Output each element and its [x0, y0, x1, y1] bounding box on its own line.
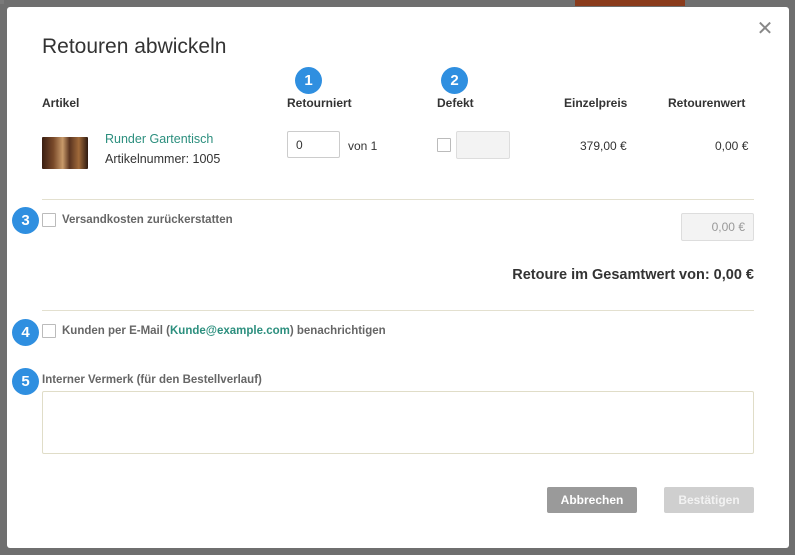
marker-badge-2: 2 [441, 67, 468, 94]
marker-badge-4: 4 [12, 319, 39, 346]
return-total: Retoure im Gesamtwert von: 0,00 € [512, 267, 754, 283]
unit-price: 379,00 € [580, 139, 627, 153]
column-header-retourniert: Retourniert [287, 96, 352, 110]
defect-quantity-input[interactable] [456, 131, 510, 159]
internal-note-textarea[interactable] [42, 391, 754, 454]
internal-note-label: Interner Vermerk (für den Bestellverlauf… [42, 374, 262, 386]
confirm-button[interactable]: Bestätigen [664, 487, 754, 513]
close-icon[interactable]: ✕ [755, 19, 775, 39]
background-header-bar [575, 0, 685, 6]
notify-customer-label: Kunden per E-Mail (Kunde@example.com) be… [62, 325, 386, 337]
marker-badge-1: 1 [295, 67, 322, 94]
shipping-refund-input[interactable]: 0,00 € [681, 213, 754, 241]
marker-badge-3: 3 [12, 207, 39, 234]
notify-prefix: Kunden per E-Mail ( [62, 325, 170, 337]
quantity-of-text: von 1 [348, 139, 378, 153]
product-sku: Artikelnummer: 1005 [105, 152, 221, 166]
column-header-retourenwert: Retourenwert [668, 96, 746, 110]
divider-bottom [42, 310, 754, 311]
return-dialog: Retouren abwickeln ✕ 1 2 Artikel Retourn… [7, 7, 789, 548]
cancel-button[interactable]: Abbrechen [547, 487, 637, 513]
notify-suffix: ) benachrichtigen [289, 325, 386, 337]
refund-shipping-checkbox[interactable] [42, 213, 56, 227]
column-header-defekt: Defekt [437, 96, 474, 110]
marker-badge-5: 5 [12, 368, 39, 395]
defect-checkbox[interactable] [437, 138, 451, 152]
product-thumbnail [42, 137, 88, 169]
refund-shipping-label: Versandkosten zurückerstatten [62, 214, 233, 226]
return-value: 0,00 € [715, 139, 749, 153]
column-header-einzelpreis: Einzelpreis [564, 96, 628, 110]
divider-top [42, 199, 754, 200]
column-header-artikel: Artikel [42, 96, 80, 110]
background-header-accent [0, 0, 4, 4]
customer-email: Kunde@example.com [169, 325, 290, 337]
returned-quantity-input[interactable] [287, 131, 340, 158]
dialog-title: Retouren abwickeln [42, 35, 227, 58]
product-name-link[interactable]: Runder Gartentisch [105, 132, 213, 146]
notify-customer-checkbox[interactable] [42, 324, 56, 338]
